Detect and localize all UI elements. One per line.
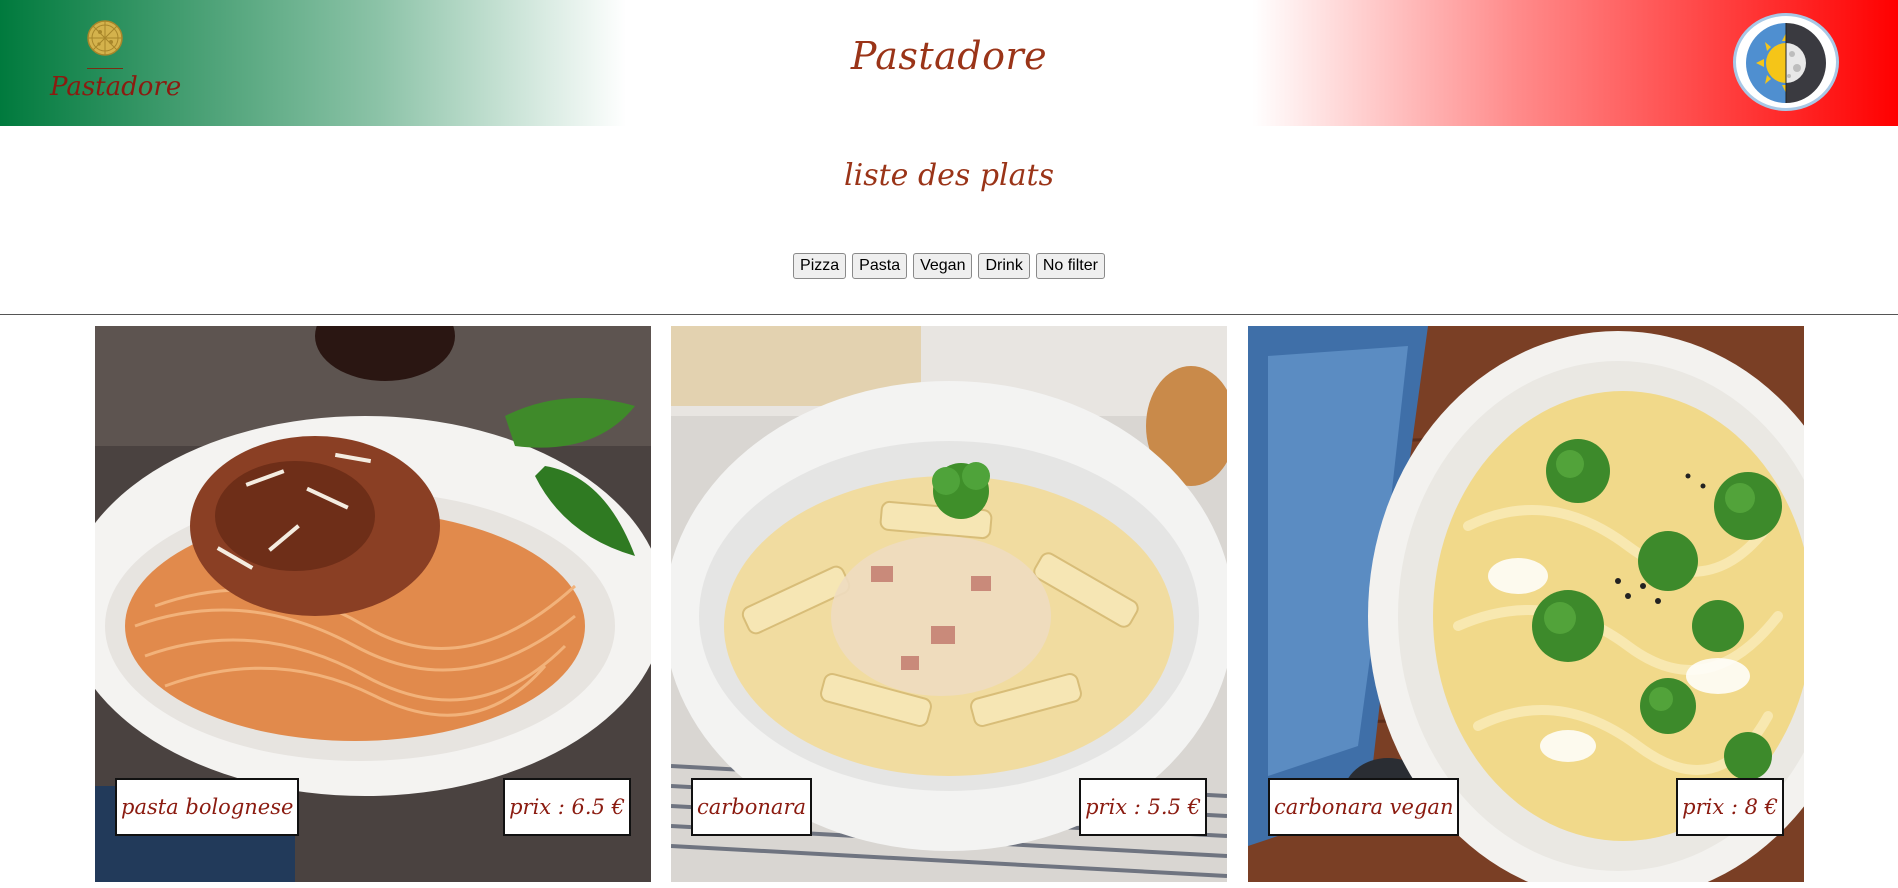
sun-moon-icon xyxy=(1746,23,1826,103)
dish-card-carbonara[interactable]: carbonara prix : 5.5 € xyxy=(671,326,1227,882)
dish-price-label: prix : 5.5 € xyxy=(1079,778,1207,836)
dish-price-label: prix : 6.5 € xyxy=(503,778,631,836)
filter-bar: Pizza Pasta Vegan Drink No filter xyxy=(0,253,1898,279)
filter-pizza-button[interactable]: Pizza xyxy=(793,253,847,279)
page-heading: liste des plats xyxy=(844,158,1054,193)
section-divider xyxy=(0,314,1898,315)
filter-pasta-button[interactable]: Pasta xyxy=(852,253,908,279)
filter-none-button[interactable]: No filter xyxy=(1035,253,1105,279)
filter-drink-button[interactable]: Drink xyxy=(978,253,1030,279)
theme-toggle-button[interactable] xyxy=(1733,13,1839,111)
site-header: Pastadore Pastadore xyxy=(0,0,1898,126)
dish-card-carbonara-vegan[interactable]: carbonara vegan prix : 8 € xyxy=(1248,326,1804,882)
site-title: Pastadore xyxy=(850,34,1048,78)
dish-name-label: carbonara xyxy=(691,778,813,836)
filter-vegan-button[interactable]: Vegan xyxy=(913,253,973,279)
dish-price-label: prix : 8 € xyxy=(1676,778,1784,836)
dish-name-label: pasta bolognese xyxy=(115,778,300,836)
dish-name-label: carbonara vegan xyxy=(1268,778,1460,836)
dish-card-bolognese[interactable]: pasta bolognese prix : 6.5 € xyxy=(95,326,651,882)
